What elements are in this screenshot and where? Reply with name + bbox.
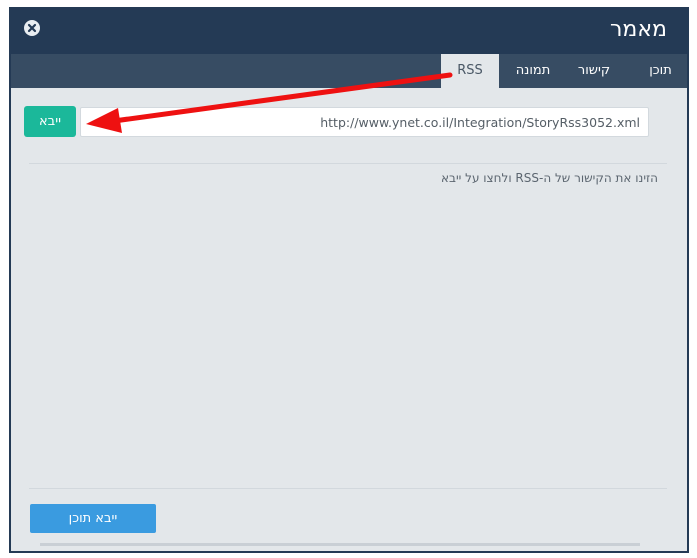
dialog-title: מאמר [609, 17, 667, 42]
rss-dialog: מאמר תוכן קישור תמונה RSS [9, 7, 689, 553]
bottom-strip [40, 543, 640, 546]
import-button[interactable]: ייבא [24, 106, 76, 137]
tab-content[interactable]: תוכן [638, 54, 683, 88]
tab-image[interactable]: תמונה [503, 54, 563, 88]
tab-link[interactable]: קישור [563, 54, 625, 88]
tab-bar: תוכן קישור תמונה RSS [11, 54, 687, 88]
rss-hint-text: הזינו את הקישור של ה-RSS ולחצו על ייבא [441, 171, 658, 185]
close-icon[interactable] [24, 20, 40, 36]
rss-url-input[interactable] [80, 107, 649, 137]
divider-top [29, 163, 667, 164]
divider-bottom [29, 488, 667, 489]
dialog-titlebar: מאמר [11, 7, 687, 54]
import-content-button[interactable]: ייבא תוכן [30, 504, 156, 533]
tab-rss[interactable]: RSS [441, 54, 499, 88]
